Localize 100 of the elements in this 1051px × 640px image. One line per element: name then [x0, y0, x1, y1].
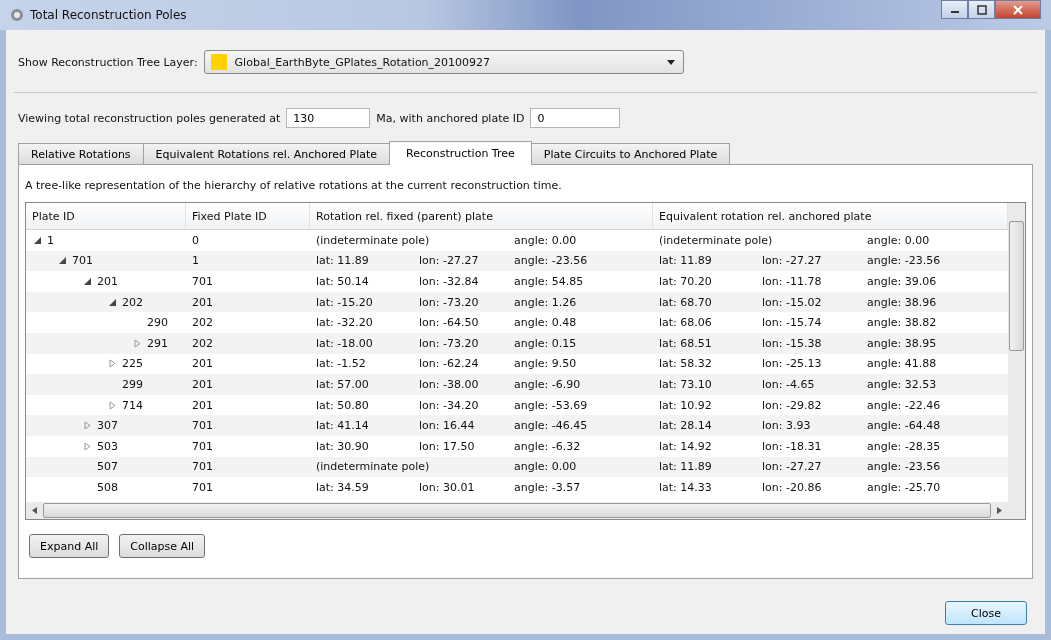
table-cell-text: 701 — [191, 480, 214, 494]
table-cell-text: lat: 70.20 — [658, 275, 713, 288]
scroll-left-icon[interactable] — [32, 507, 37, 514]
column-header[interactable]: Fixed Plate ID — [186, 203, 310, 229]
table-cell-text: 701 — [191, 439, 214, 453]
table-cell: 202 — [122, 295, 143, 309]
table-cell-text: angle: 38.82 — [866, 316, 938, 330]
scroll-right-icon[interactable] — [997, 507, 1002, 514]
expanded-arrow-icon[interactable] — [59, 257, 66, 265]
table-cell-text: 1 — [191, 254, 200, 268]
tree-button[interactable]: Expand All — [29, 534, 110, 558]
table-cell-text: angle: 0.15 — [513, 336, 578, 350]
table-cell: 299 — [122, 377, 143, 391]
table-cell-text: lat: -1.52 — [315, 357, 367, 371]
table-cell: 307 — [97, 419, 118, 433]
table-cell: 290 — [147, 316, 168, 330]
table-cell-text: 0 — [191, 233, 200, 247]
tab[interactable]: Relative Rotations — [18, 143, 144, 164]
tree-button[interactable]: Collapse All — [119, 534, 206, 558]
expanded-arrow-icon[interactable] — [34, 236, 41, 244]
table-cell-text: angle: -46.45 — [513, 419, 589, 433]
table-cell-text: lat: 68.06 — [658, 316, 713, 330]
table-cell-text: lon: -73.20 — [418, 295, 480, 309]
table-cell: 201 — [97, 275, 118, 288]
table-cell-text: 701 — [191, 419, 214, 433]
minimize-button[interactable] — [941, 0, 968, 19]
expanded-arrow-icon[interactable] — [84, 278, 91, 285]
table-cell-text: lon: -73.20 — [418, 336, 480, 350]
table-cell-text: 701 — [191, 460, 214, 474]
caret-icon — [666, 59, 675, 65]
maximize-button[interactable] — [968, 0, 995, 19]
table-cell-text: lat: 58.32 — [658, 357, 713, 371]
table-cell-text: lon: -15.74 — [761, 316, 823, 330]
column-header[interactable]: Rotation rel. fixed (parent) plate — [310, 203, 653, 229]
table-cell-text: angle: -3.57 — [513, 480, 582, 494]
table-cell: 225 — [122, 357, 143, 371]
table-cell-text: lon: -27.27 — [418, 254, 480, 268]
table-cell-text: lat: 11.89 — [315, 254, 370, 268]
column-header[interactable]: Plate ID — [26, 203, 186, 229]
time-field[interactable]: 130 — [286, 108, 371, 128]
expanded-arrow-icon[interactable] — [109, 298, 116, 306]
collapsed-arrow-icon[interactable] — [109, 400, 116, 410]
horizontal-scrollbar[interactable] — [26, 502, 1008, 519]
table-cell-text: (indeterminate pole) — [658, 233, 774, 247]
table-cell-text: lat: 30.90 — [315, 439, 370, 453]
collapsed-arrow-icon[interactable] — [109, 359, 116, 369]
table-cell-text: lat: 57.00 — [315, 377, 370, 391]
table-cell-text: angle: -22.46 — [866, 398, 942, 412]
table-cell-text: 202 — [191, 316, 214, 330]
app-icon — [10, 8, 24, 22]
table-cell-text: lat: -15.20 — [315, 295, 374, 309]
table-cell-text: lat: 73.10 — [658, 377, 713, 391]
table-cell-text: lon: -11.78 — [761, 275, 823, 288]
table-cell: 714 — [122, 398, 143, 412]
table-cell-text: lon: 17.50 — [418, 439, 476, 453]
table-cell-text: angle: -23.56 — [866, 460, 942, 474]
table-cell-text: 202 — [191, 336, 214, 350]
collapsed-arrow-icon[interactable] — [84, 441, 91, 451]
tab[interactable]: Reconstruction Tree — [389, 141, 532, 165]
close-button[interactable] — [995, 0, 1041, 19]
table-cell-text: angle: 54.85 — [513, 275, 585, 288]
table-cell-text: angle: -25.70 — [866, 480, 942, 494]
table-cell-text: lat: 41.14 — [315, 419, 370, 433]
layer-dropdown[interactable]: Global_EarthByte_GPlates_Rotation_20100927 — [203, 50, 684, 74]
table-cell-text: lat: 68.70 — [658, 295, 713, 309]
table-cell-text: angle: -23.56 — [513, 254, 589, 268]
table-cell-text: angle: -23.56 — [866, 254, 942, 268]
anchored-plate-label: Ma, with anchored plate ID — [376, 111, 525, 125]
table-cell-text: angle: 39.06 — [866, 275, 938, 288]
table-cell-text: lat: 68.51 — [658, 336, 713, 350]
table-cell-text: (indeterminate pole) — [315, 460, 431, 474]
table-cell-text: angle: -6.90 — [513, 377, 582, 391]
vertical-scrollbar[interactable] — [1008, 203, 1025, 519]
table-cell-text: angle: -28.35 — [866, 439, 942, 453]
table-cell: 701 — [72, 254, 93, 268]
table-cell: 507 — [97, 460, 118, 474]
close-dialog-button[interactable]: Close — [945, 601, 1027, 625]
table-cell: 291 — [147, 336, 168, 350]
table-cell-text: lat: 10.92 — [658, 398, 713, 412]
tab[interactable]: Equivalent Rotations rel. Anchored Plate — [142, 143, 391, 164]
minimize-icon — [950, 11, 959, 13]
table-cell-text: 201 — [191, 357, 214, 371]
anchored-plate-field[interactable]: 0 — [530, 108, 621, 128]
table-cell-text: lon: -32.84 — [418, 275, 480, 288]
table-cell-text: angle: 32.53 — [866, 377, 938, 391]
table-cell-text: lon: -38.00 — [418, 377, 480, 391]
table-cell-text: 201 — [191, 398, 214, 412]
table-cell-text: lon: -15.38 — [761, 336, 823, 350]
table-cell-text: lat: -18.00 — [315, 336, 374, 350]
table-cell-text: angle: 0.00 — [513, 233, 578, 247]
tab[interactable]: Plate Circuits to Anchored Plate — [530, 143, 731, 164]
table-cell-text: lon: -15.02 — [761, 295, 823, 309]
table-cell-text: 701 — [191, 275, 214, 288]
table-cell-text: angle: 0.00 — [513, 460, 578, 474]
table-cell-text: lon: -18.31 — [761, 439, 823, 453]
table-cell-text: lon: -27.27 — [761, 254, 823, 268]
table-cell: 503 — [97, 439, 118, 453]
table-cell-text: lat: 50.80 — [315, 398, 370, 412]
layer-label: Show Reconstruction Tree Layer: — [18, 55, 198, 69]
maximize-icon — [976, 4, 987, 15]
